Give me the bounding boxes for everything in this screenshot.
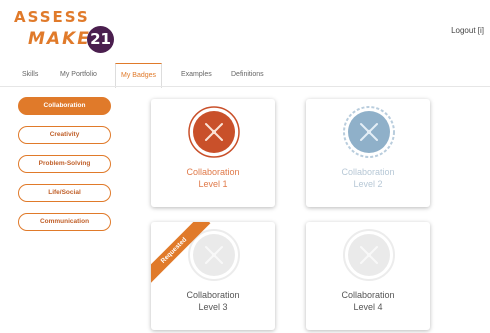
logo-text-assess: ASSESS xyxy=(14,8,90,26)
tab-definitions[interactable]: Definitions xyxy=(231,64,264,86)
badge-level: Level 4 xyxy=(353,302,383,312)
tab-examples[interactable]: Examples xyxy=(181,64,212,86)
main-tabs: Skills My Portfolio My Badges Examples D… xyxy=(16,63,490,88)
app-logo: ASSESS MAKE 21 xyxy=(14,8,124,56)
collaboration-badge-icon xyxy=(343,106,395,158)
skill-sidebar: Collaboration Creativity Problem-Solving… xyxy=(18,97,113,242)
collaboration-badge-icon xyxy=(188,106,240,158)
tab-my-portfolio[interactable]: My Portfolio xyxy=(60,64,97,86)
tab-my-badges[interactable]: My Badges xyxy=(115,63,163,88)
badge-card-level-4[interactable]: Collaboration Level 4 xyxy=(306,222,430,330)
badge-card-level-2[interactable]: Collaboration Level 2 xyxy=(306,99,430,207)
collaboration-badge-icon xyxy=(343,229,395,281)
badge-title: Collaboration xyxy=(186,290,240,300)
sidebar-item-life-social[interactable]: Life/Social xyxy=(18,184,111,202)
logo-badge: 21 xyxy=(87,26,114,53)
badge-level: Level 2 xyxy=(353,179,383,189)
badge-title: Collaboration xyxy=(341,167,395,177)
tabs-divider xyxy=(0,86,490,87)
logout-link[interactable]: Logout [i] xyxy=(451,26,484,35)
badge-card-level-1[interactable]: Collaboration Level 1 xyxy=(151,99,275,207)
badge-card-level-3[interactable]: Requested Collaboration Level 3 xyxy=(151,222,275,330)
logo-text-make: MAKE xyxy=(28,29,91,49)
tab-skills[interactable]: Skills xyxy=(22,64,38,86)
sidebar-item-collaboration[interactable]: Collaboration xyxy=(18,97,111,115)
badge-title: Collaboration xyxy=(186,167,240,177)
badge-title: Collaboration xyxy=(341,290,395,300)
sidebar-item-problem-solving[interactable]: Problem-Solving xyxy=(18,155,111,173)
sidebar-item-creativity[interactable]: Creativity xyxy=(18,126,111,144)
badge-level: Level 1 xyxy=(198,179,228,189)
sidebar-item-communication[interactable]: Communication xyxy=(18,213,111,231)
badge-level: Level 3 xyxy=(198,302,228,312)
